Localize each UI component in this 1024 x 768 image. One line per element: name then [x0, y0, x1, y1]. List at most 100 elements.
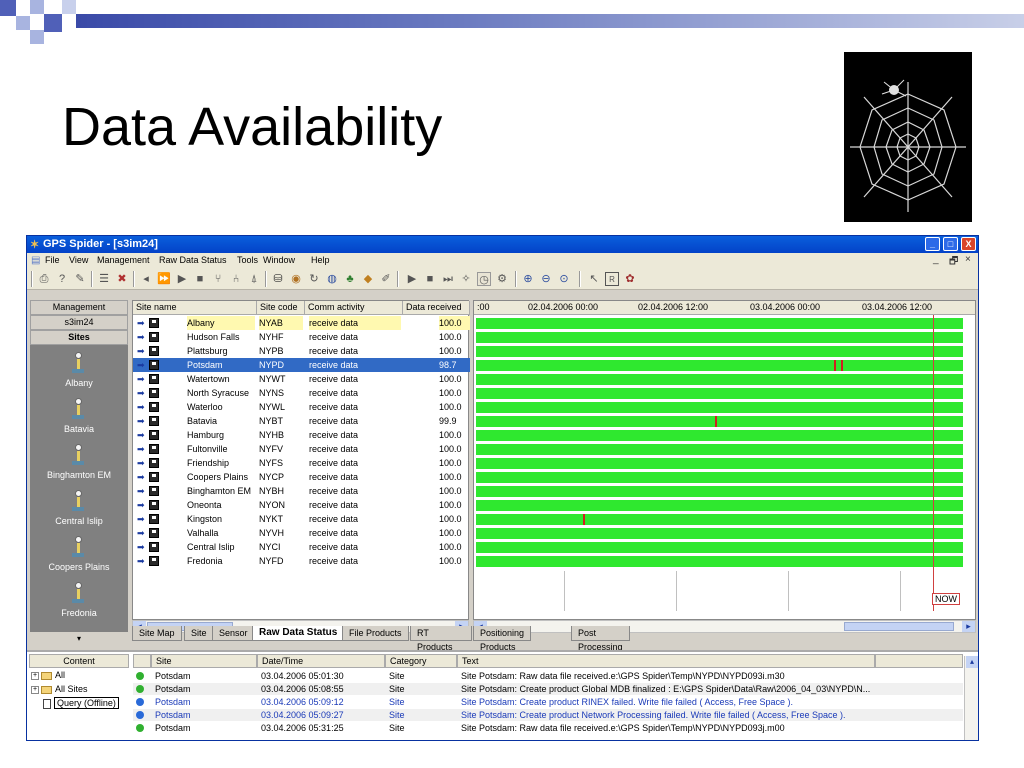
tab-file-products[interactable]: File Products [342, 626, 409, 641]
scroll-up-button[interactable]: ▴ [966, 656, 978, 668]
menu-window[interactable]: Window [263, 255, 295, 265]
close-icon[interactable]: ✖ [115, 272, 129, 286]
table-row[interactable]: ➡ Central Islip NYCI receive data 100.0 [133, 540, 470, 554]
fast-forward-icon[interactable]: ⏩ [157, 272, 171, 286]
zoom-fit-icon[interactable]: ⊙ [557, 272, 571, 286]
zoom-out-icon[interactable]: ⊖ [539, 272, 553, 286]
back-icon[interactable]: ◂ [139, 272, 153, 286]
table-row[interactable]: ➡ Fultonville NYFV receive data 100.0 [133, 442, 470, 456]
table-row[interactable]: ➡ Kingston NYKT receive data 100.0 [133, 512, 470, 526]
maximize-button[interactable]: □ [943, 237, 958, 251]
menu-view[interactable]: View [69, 255, 88, 265]
column-header-comm-activity[interactable]: Comm activity [305, 301, 403, 315]
wand-icon[interactable]: ✧ [459, 272, 473, 286]
column-header-site[interactable]: Site [151, 654, 257, 668]
bucket-icon[interactable]: ◆ [361, 272, 375, 286]
table-row[interactable]: ➡ Potsdam NYPD receive data 98.7 [133, 358, 470, 372]
tab-positioning-products[interactable]: Positioning Products [473, 626, 532, 652]
list-icon[interactable]: ☰ [97, 272, 111, 286]
tree-icon[interactable]: ♣ [343, 272, 357, 286]
tree-item-all[interactable]: + All [31, 670, 65, 680]
table-row[interactable]: ➡ North Syracuse NYNS receive data 100.0 [133, 386, 470, 400]
refresh-icon[interactable]: ↻ [307, 272, 321, 286]
table-row[interactable]: ➡ Albany NYAB receive data 100.0 [133, 316, 470, 330]
tab-raw-data-status[interactable]: Raw Data Status [252, 626, 345, 641]
gear-icon[interactable]: ⚙ [495, 272, 509, 286]
table-row[interactable]: ➡ Watertown NYWT receive data 100.0 [133, 372, 470, 386]
sidebar-server[interactable]: s3im24 [30, 315, 128, 330]
menu-tools[interactable]: Tools [237, 255, 258, 265]
timeline-hscrollbar[interactable]: ◂ ▸ [473, 620, 976, 633]
database-icon[interactable]: ⛁ [271, 272, 285, 286]
log-row[interactable]: Potsdam 03.04.2006 05:09:27 Site Site Potsd… [133, 709, 963, 721]
tab-sensor[interactable]: Sensor [212, 626, 255, 641]
pencil-icon[interactable]: ✐ [379, 272, 393, 286]
sidebar-header[interactable]: Management [30, 300, 128, 315]
table-row[interactable]: ➡ Plattsburg NYPB receive data 100.0 [133, 344, 470, 358]
table-row[interactable]: ➡ Friendship NYFS receive data 100.0 [133, 456, 470, 470]
table-row[interactable]: ➡ Hamburg NYHB receive data 100.0 [133, 428, 470, 442]
column-header-data-received[interactable]: Data received [403, 301, 470, 315]
sphere-icon[interactable]: ◉ [289, 272, 303, 286]
stop-icon[interactable]: ■ [193, 272, 207, 286]
expand-icon[interactable]: + [31, 685, 39, 694]
tab-post-processing[interactable]: Post Processing [571, 626, 630, 652]
menu-management[interactable]: Management [97, 255, 150, 265]
column-header-site-code[interactable]: Site code [257, 301, 305, 315]
mdi-close-button[interactable]: × [965, 254, 971, 265]
settings-icon[interactable]: ✿ [623, 272, 637, 286]
log-row[interactable]: Potsdam 03.04.2006 05:31:25 Site Site Potsd… [133, 722, 963, 734]
fork-icon[interactable]: ⑂ [211, 272, 225, 286]
minimize-button[interactable]: _ [925, 237, 940, 251]
log-vscrollbar[interactable]: ▴ [964, 656, 978, 740]
menu-raw-data-status[interactable]: Raw Data Status [159, 255, 227, 265]
stop2-icon[interactable]: ■ [423, 272, 437, 286]
window-titlebar[interactable]: ✶ GPS Spider - [s3im24] _ □ X [27, 236, 978, 253]
sidebar-scroll-down[interactable]: ▾ [30, 632, 128, 645]
scroll-right-button[interactable]: ▸ [962, 621, 975, 632]
zoom-in-icon[interactable]: ⊕ [521, 272, 535, 286]
menu-help[interactable]: Help [311, 255, 330, 265]
tab-site[interactable]: Site [184, 626, 214, 641]
mdi-minimize-button[interactable]: _ [933, 254, 939, 265]
table-row[interactable]: ➡ Fredonia NYFD receive data 100.0 [133, 554, 470, 568]
log-row[interactable]: Potsdam 03.04.2006 05:08:55 Site Site Potsd… [133, 683, 963, 695]
scroll-thumb[interactable] [844, 622, 954, 631]
content-header[interactable]: Content [29, 654, 129, 668]
table-row[interactable]: ➡ Coopers Plains NYCP receive data 100.0 [133, 470, 470, 484]
clock-icon[interactable]: ◷ [477, 272, 491, 286]
column-header-category[interactable]: Category [385, 654, 457, 668]
play2-icon[interactable]: ▶ [405, 272, 419, 286]
help-icon[interactable]: ? [55, 272, 69, 286]
expand-icon[interactable]: + [31, 671, 39, 680]
print-icon[interactable]: ⎙ [37, 272, 51, 286]
sidebar-section-sites[interactable]: Sites [30, 330, 128, 345]
tree-item-query-offline[interactable]: Query (Offline) [43, 697, 119, 709]
play-icon[interactable]: ▶ [175, 272, 189, 286]
report-icon[interactable]: R [605, 272, 619, 286]
table-row[interactable]: ➡ Binghamton EM NYBH receive data 100.0 [133, 484, 470, 498]
tree-item-all-sites[interactable]: + All Sites [31, 684, 88, 694]
table-row[interactable]: ➡ Valhalla NYVH receive data 100.0 [133, 526, 470, 540]
table-row[interactable]: ➡ Batavia NYBT receive data 99.9 [133, 414, 470, 428]
antenna-icon[interactable]: ⍋ [247, 272, 261, 286]
column-header-datetime[interactable]: Date/Time [257, 654, 385, 668]
log-row[interactable]: Potsdam 03.04.2006 05:01:30 Site Site Potsd… [133, 670, 963, 682]
tools-icon[interactable]: ✎ [73, 272, 87, 286]
log-row[interactable]: Potsdam 03.04.2006 05:09:12 Site Site Potsd… [133, 696, 963, 708]
table-row[interactable]: ➡ Hudson Falls NYHF receive data 100.0 [133, 330, 470, 344]
close-button[interactable]: X [961, 237, 976, 251]
data-received-cell: 100.0 [439, 430, 462, 440]
column-header-text[interactable]: Text [457, 654, 875, 668]
tab-rt-products[interactable]: RT Products [410, 626, 472, 652]
pointer-icon[interactable]: ↖ [587, 272, 601, 286]
menu-file[interactable]: File [45, 255, 60, 265]
globe-icon[interactable]: ◍ [325, 272, 339, 286]
merge-icon[interactable]: ⑃ [229, 272, 243, 286]
table-row[interactable]: ➡ Oneonta NYON receive data 100.0 [133, 498, 470, 512]
table-row[interactable]: ➡ Waterloo NYWL receive data 100.0 [133, 400, 470, 414]
column-header-site-name[interactable]: Site name [133, 301, 257, 315]
tab-site-map[interactable]: Site Map [132, 626, 182, 641]
column-header-status[interactable] [133, 654, 151, 668]
skip-icon[interactable]: ⏭ [441, 272, 455, 286]
